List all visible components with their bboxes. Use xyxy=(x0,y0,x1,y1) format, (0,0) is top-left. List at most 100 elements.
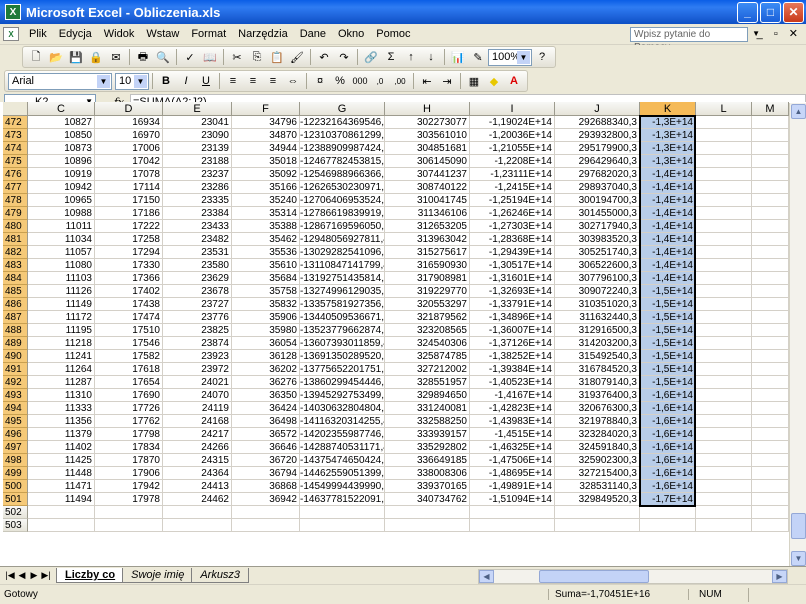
cell-i496[interactable]: -1,4515E+14 xyxy=(470,428,555,441)
cell-d487[interactable]: 17474 xyxy=(95,311,163,324)
cell-l487[interactable] xyxy=(696,311,752,324)
scroll-up-icon[interactable]: ▲ xyxy=(791,104,806,119)
column-header-h[interactable]: H xyxy=(385,102,470,116)
cell-d472[interactable]: 16934 xyxy=(95,116,163,129)
cell-f475[interactable]: 35018 xyxy=(232,155,300,168)
row-header[interactable]: 482 xyxy=(3,246,28,259)
cell-e499[interactable]: 24364 xyxy=(163,467,232,480)
decrease-indent-icon[interactable]: ⇤ xyxy=(418,72,436,90)
cell-j486[interactable]: 310351020,3 xyxy=(555,298,640,311)
paste-icon[interactable]: 📋 xyxy=(268,48,286,66)
cell-c482[interactable]: 11057 xyxy=(28,246,95,259)
scroll-left-icon[interactable]: ◀ xyxy=(479,570,494,583)
cell-d483[interactable]: 17330 xyxy=(95,259,163,272)
help-search-input[interactable]: Wpisz pytanie do Pomocy xyxy=(630,27,748,53)
cell-h484[interactable]: 317908981 xyxy=(385,272,470,285)
cell-g475[interactable]: -12467782453815,4 xyxy=(300,155,385,168)
cell-e480[interactable]: 23433 xyxy=(163,220,232,233)
next-sheet-icon[interactable]: ▶ xyxy=(28,570,40,581)
column-header-e[interactable]: E xyxy=(163,102,232,116)
cell-d478[interactable]: 17150 xyxy=(95,194,163,207)
cell-j484[interactable]: 307796100,3 xyxy=(555,272,640,285)
cell-g482[interactable]: -13029282541096,4 xyxy=(300,246,385,259)
cell-j472[interactable]: 292688340,3 xyxy=(555,116,640,129)
row-header[interactable]: 492 xyxy=(3,376,28,389)
cell-f502[interactable] xyxy=(232,506,300,519)
cell-j477[interactable]: 298937040,3 xyxy=(555,181,640,194)
document-icon[interactable]: X xyxy=(3,27,19,41)
row-header[interactable]: 478 xyxy=(3,194,28,207)
menu-narzedzia[interactable]: Narzędzia xyxy=(232,28,294,40)
cell-c474[interactable]: 10873 xyxy=(28,142,95,155)
cell-m475[interactable] xyxy=(752,155,789,168)
row-header[interactable]: 476 xyxy=(3,168,28,181)
cell-l490[interactable] xyxy=(696,350,752,363)
cell-f478[interactable]: 35240 xyxy=(232,194,300,207)
cell-m498[interactable] xyxy=(752,454,789,467)
cell-k499[interactable]: -1,6E+14 xyxy=(640,467,696,480)
hyperlink-icon[interactable]: 🔗 xyxy=(362,48,380,66)
cell-l500[interactable] xyxy=(696,480,752,493)
cell-j485[interactable]: 309072240,3 xyxy=(555,285,640,298)
cell-j501[interactable]: 329849520,3 xyxy=(555,493,640,506)
cell-k485[interactable]: -1,5E+14 xyxy=(640,285,696,298)
cell-e500[interactable]: 24413 xyxy=(163,480,232,493)
cell-c493[interactable]: 11310 xyxy=(28,389,95,402)
cell-d485[interactable]: 17402 xyxy=(95,285,163,298)
cell-l479[interactable] xyxy=(696,207,752,220)
cell-e502[interactable] xyxy=(163,506,232,519)
cell-j483[interactable]: 306522600,3 xyxy=(555,259,640,272)
cell-i484[interactable]: -1,31601E+14 xyxy=(470,272,555,285)
document-window-controls[interactable]: _ ▫ ✕ xyxy=(757,27,802,40)
cell-h477[interactable]: 308740122 xyxy=(385,181,470,194)
cell-g488[interactable]: -13523779662874,4 xyxy=(300,324,385,337)
cell-k487[interactable]: -1,5E+14 xyxy=(640,311,696,324)
cell-j498[interactable]: 325902300,3 xyxy=(555,454,640,467)
cell-d477[interactable]: 17114 xyxy=(95,181,163,194)
menu-plik[interactable]: Plik xyxy=(23,28,53,40)
cell-l481[interactable] xyxy=(696,233,752,246)
cell-k503[interactable] xyxy=(640,519,696,532)
cell-e494[interactable]: 24119 xyxy=(163,402,232,415)
cell-g494[interactable]: -14030632804804,4 xyxy=(300,402,385,415)
cell-i481[interactable]: -1,28368E+14 xyxy=(470,233,555,246)
cell-h487[interactable]: 321879562 xyxy=(385,311,470,324)
cell-f494[interactable]: 36424 xyxy=(232,402,300,415)
cell-d493[interactable]: 17690 xyxy=(95,389,163,402)
cell-g503[interactable] xyxy=(300,519,385,532)
cell-m481[interactable] xyxy=(752,233,789,246)
cell-g487[interactable]: -13440509536671,4 xyxy=(300,311,385,324)
cell-c485[interactable]: 11126 xyxy=(28,285,95,298)
cell-k497[interactable]: -1,6E+14 xyxy=(640,441,696,454)
sort-ascending-icon[interactable]: ↑ xyxy=(402,48,420,66)
cell-j500[interactable]: 328531140,3 xyxy=(555,480,640,493)
cell-g496[interactable]: -14202355987746,4 xyxy=(300,428,385,441)
align-right-icon[interactable]: ≡ xyxy=(264,72,282,90)
row-header[interactable]: 491 xyxy=(3,363,28,376)
menu-pomoc[interactable]: Pomoc xyxy=(370,28,416,40)
row-header[interactable]: 493 xyxy=(3,389,28,402)
cell-e483[interactable]: 23580 xyxy=(163,259,232,272)
cell-h478[interactable]: 310041745 xyxy=(385,194,470,207)
cell-d490[interactable]: 17582 xyxy=(95,350,163,363)
cell-f473[interactable]: 34870 xyxy=(232,129,300,142)
cell-d476[interactable]: 17078 xyxy=(95,168,163,181)
cell-f486[interactable]: 35832 xyxy=(232,298,300,311)
cell-k473[interactable]: -1,3E+14 xyxy=(640,129,696,142)
save-icon[interactable]: 💾 xyxy=(67,48,85,66)
open-icon[interactable]: 📂 xyxy=(47,48,65,66)
cell-d475[interactable]: 17042 xyxy=(95,155,163,168)
cell-m480[interactable] xyxy=(752,220,789,233)
select-all-corner[interactable] xyxy=(3,102,28,116)
increase-indent-icon[interactable]: ⇥ xyxy=(438,72,456,90)
maximize-button[interactable]: □ xyxy=(760,1,781,23)
borders-icon[interactable]: ▦ xyxy=(465,72,483,90)
cell-e482[interactable]: 23531 xyxy=(163,246,232,259)
cell-i491[interactable]: -1,39384E+14 xyxy=(470,363,555,376)
cell-l477[interactable] xyxy=(696,181,752,194)
cell-d495[interactable]: 17762 xyxy=(95,415,163,428)
row-header[interactable]: 484 xyxy=(3,272,28,285)
cell-g501[interactable]: -14637781522091,4 xyxy=(300,493,385,506)
cell-k501[interactable]: -1,7E+14 xyxy=(640,493,696,506)
cell-g497[interactable]: -14288740531171,4 xyxy=(300,441,385,454)
